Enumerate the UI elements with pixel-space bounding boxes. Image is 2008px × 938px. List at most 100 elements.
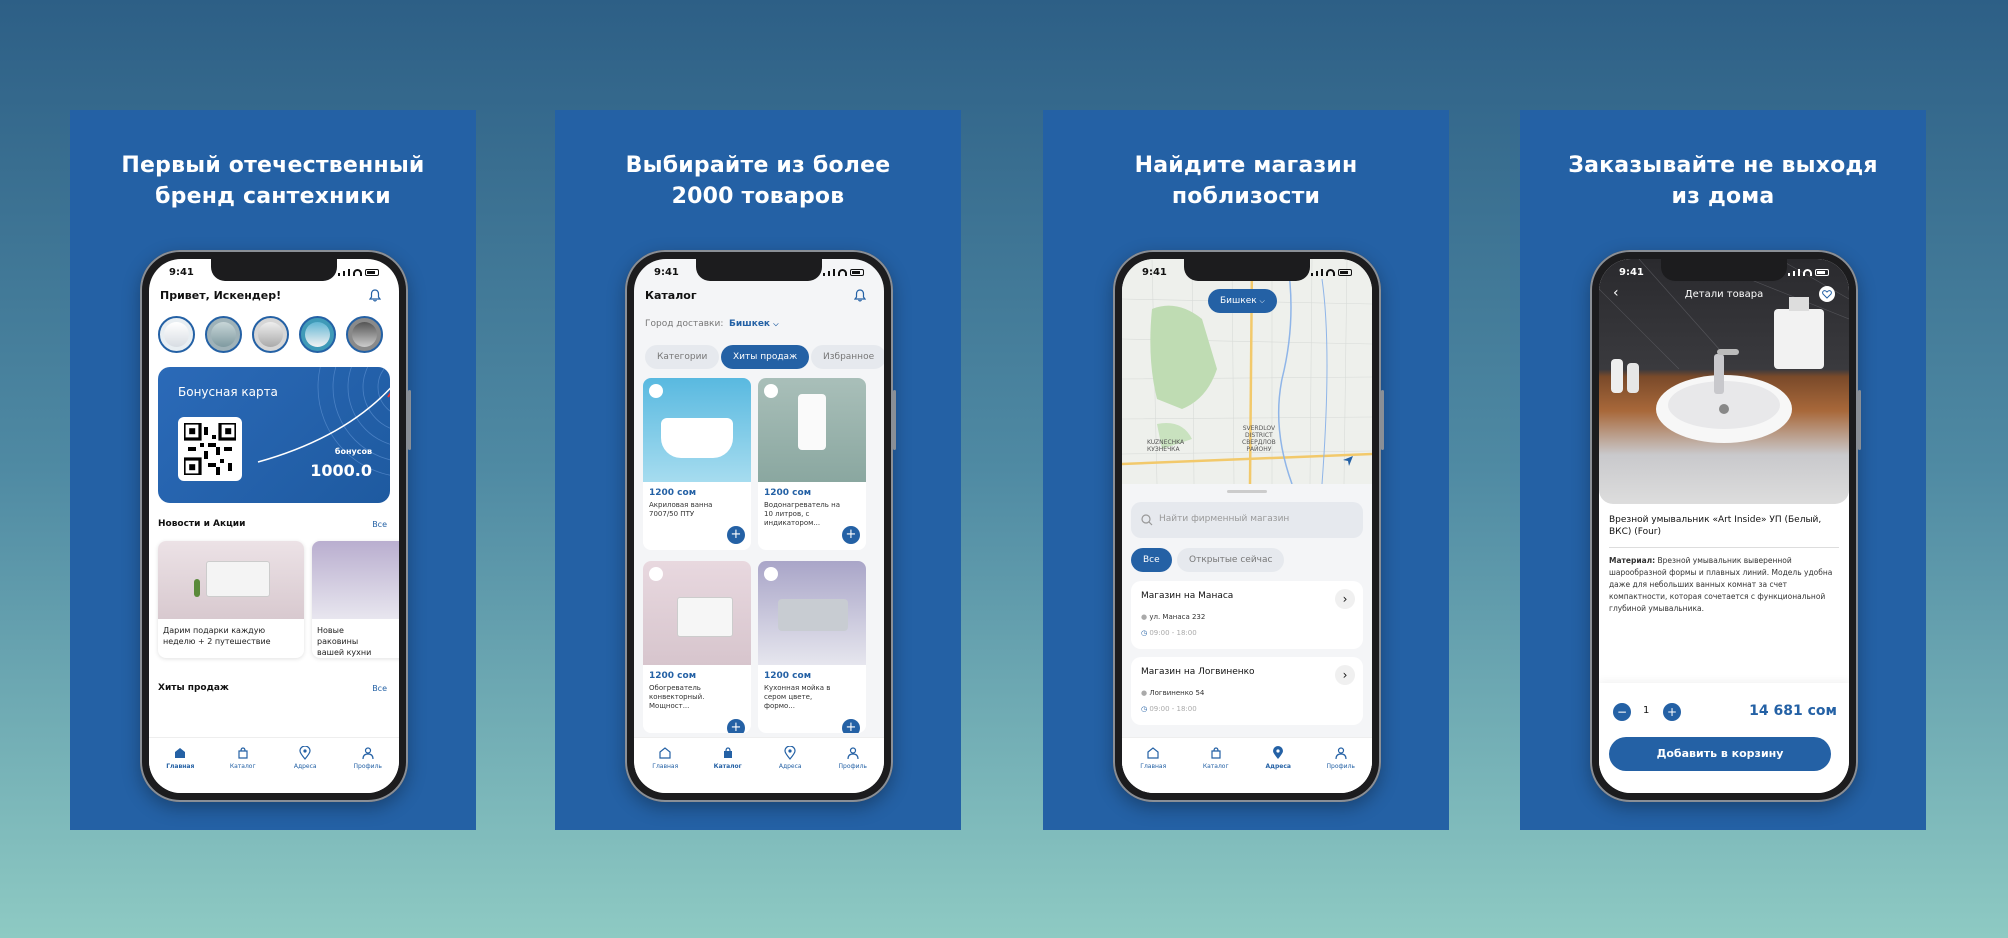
news-text: Дарим подарки каждую неделю + 2 путешест… [163, 626, 271, 646]
tab-catalog[interactable]: Каталог [703, 746, 753, 793]
tab-bar: Главная Каталог Адреса Профиль [634, 737, 884, 793]
wifi-icon [1326, 269, 1335, 276]
favorite-heart-icon[interactable] [1819, 286, 1835, 302]
story-item[interactable] [299, 316, 336, 353]
product-price: 1200 сом [764, 488, 812, 498]
phone-frame: 9:41 Каталог Город доставки: Бишкек ⌵ Ка… [625, 250, 896, 802]
panel-catalog: Выбирайте из более 2000 товаров 9:41 Кат… [555, 110, 961, 830]
store-card[interactable]: Магазин на Манаса ● ул. Манаса 232 ◷ 09:… [1131, 581, 1363, 649]
hits-all-link[interactable]: Все [372, 684, 387, 693]
product-card[interactable]: 1200 сом Водонагреватель на 10 литров, с… [758, 378, 866, 550]
tab-addresses[interactable]: Адреса [1253, 746, 1303, 793]
product-price: 14 681 сом [1749, 703, 1837, 719]
navigation-arrow-icon[interactable] [1342, 455, 1354, 467]
store-card[interactable]: Магазин на Логвиненко ● Логвиненко 54 ◷ … [1131, 657, 1363, 725]
location-pin-icon [299, 746, 311, 760]
chevron-right-icon[interactable]: › [1335, 665, 1355, 685]
home-screen: 9:41 Привет, Искендер! Бонусная карта бо… [149, 259, 399, 793]
heart-icon[interactable] [649, 384, 663, 398]
clock-icon: ◷ [1141, 629, 1148, 637]
product-price: 1200 сом [764, 671, 812, 681]
tab-profile[interactable]: Профиль [343, 746, 393, 793]
product-price: 1200 сом [649, 488, 697, 498]
product-description: Материал: Врезной умывальник выверенной … [1609, 556, 1833, 613]
greeting: Привет, Искендер! [160, 289, 282, 302]
bonus-card[interactable]: Бонусная карта бонусов 1000.0 [158, 367, 390, 503]
sheet-handle[interactable] [1227, 490, 1267, 493]
filter-open-now[interactable]: Открытые сейчас [1177, 548, 1285, 572]
page-title: Каталог [645, 289, 697, 302]
hits-title: Хиты продаж [158, 683, 229, 693]
story-item[interactable] [205, 316, 242, 353]
search-icon [1141, 514, 1153, 526]
story-item[interactable] [346, 316, 383, 353]
heart-icon[interactable] [764, 384, 778, 398]
news-card[interactable]: Дарим подарки каждую неделю + 2 путешест… [158, 541, 304, 658]
story-item[interactable] [158, 316, 195, 353]
news-card[interactable]: Новые раковины вашей кухни [312, 541, 399, 658]
increase-quantity-button[interactable]: + [1663, 703, 1681, 721]
phone-frame: SVERDLOV DISTRICT СВЕРДЛОВ РАЙОНУ KUZNEC… [1113, 250, 1384, 802]
delivery-label: Город доставки: [645, 319, 724, 329]
news-all-link[interactable]: Все [372, 520, 387, 529]
filter-all[interactable]: Все [1131, 548, 1172, 572]
bell-icon[interactable] [854, 289, 866, 302]
tab-bar: Главная Каталог Адреса Профиль [149, 737, 399, 793]
city-select[interactable]: Бишкек ⌵ [1208, 289, 1277, 313]
panel-title: Первый отечественный бренд сантехники [121, 153, 425, 209]
product-name: Врезной умывальник «Art Inside» УП (Белы… [1609, 515, 1822, 537]
add-to-cart-button[interactable]: Добавить в корзину [1609, 737, 1831, 771]
user-icon [1335, 747, 1347, 760]
heart-icon[interactable] [649, 567, 663, 581]
tab-home[interactable]: Главная [640, 746, 690, 793]
wifi-icon [353, 269, 362, 276]
product-card[interactable]: 1200 сом Акриловая ванна 7007/50 ПТУ + [643, 378, 751, 550]
location-pin-icon [1273, 746, 1284, 759]
add-to-cart-button[interactable]: + [727, 526, 745, 544]
panel-product-detail: Заказывайте не выходя из дома 9:41 ‹ Дет… [1520, 110, 1926, 830]
product-card[interactable]: 1200 сом Обогреватель конвекторный. Мощн… [643, 561, 751, 733]
chip-categories[interactable]: Категории [645, 345, 720, 369]
chevron-down-icon: ⌵ [773, 320, 779, 328]
tab-catalog[interactable]: Каталог [1191, 746, 1241, 793]
tab-bar: Главная Каталог Адреса Профиль [1122, 737, 1372, 793]
add-to-cart-button[interactable]: + [727, 719, 745, 733]
bonus-card-title: Бонусная карта [178, 385, 278, 399]
tab-addresses[interactable]: Адреса [765, 746, 815, 793]
product-name: Обогреватель конвекторный. Мощност... [649, 684, 705, 710]
product-price: 1200 сом [649, 671, 697, 681]
location-pin-icon: ● [1141, 613, 1148, 621]
heart-icon[interactable] [764, 567, 778, 581]
tab-catalog[interactable]: Каталог [218, 746, 268, 793]
tab-home[interactable]: Главная [1128, 746, 1178, 793]
story-item[interactable] [252, 316, 289, 353]
chip-favorites[interactable]: Избранное [811, 345, 884, 369]
product-card[interactable]: 1200 сом Кухонная мойка в сером цвете, ф… [758, 561, 866, 733]
chip-bestsellers[interactable]: Хиты продаж [721, 345, 810, 369]
location-pin-icon [784, 746, 796, 760]
decrease-quantity-button[interactable]: − [1613, 703, 1631, 721]
add-to-cart-button[interactable]: + [842, 719, 860, 733]
wifi-icon [838, 269, 847, 276]
store-search-input[interactable]: Найти фирменный магазин [1131, 502, 1363, 538]
tab-profile[interactable]: Профиль [828, 746, 878, 793]
product-name: Акриловая ванна 7007/50 ПТУ [649, 501, 713, 518]
delivery-city-select[interactable]: Бишкек ⌵ [729, 319, 779, 329]
battery-icon [365, 269, 379, 276]
chevron-right-icon[interactable]: › [1335, 589, 1355, 609]
battery-icon [1815, 269, 1829, 276]
panel-title: Заказывайте не выходя из дома [1568, 153, 1878, 209]
tab-profile[interactable]: Профиль [1316, 746, 1366, 793]
tab-addresses[interactable]: Адреса [280, 746, 330, 793]
battery-icon [850, 269, 864, 276]
panel-title: Найдите магазин поблизости [1134, 153, 1358, 209]
add-to-cart-button[interactable]: + [842, 526, 860, 544]
map-screen: SVERDLOV DISTRICT СВЕРДЛОВ РАЙОНУ KUZNEC… [1122, 259, 1372, 793]
wifi-icon [1803, 269, 1812, 276]
tab-home[interactable]: Главная [155, 746, 205, 793]
home-icon [175, 748, 186, 758]
chevron-down-icon: ⌵ [1259, 297, 1265, 305]
bell-icon[interactable] [369, 289, 381, 302]
bag-icon [723, 747, 732, 758]
product-name: Кухонная мойка в сером цвете, формо... [764, 684, 831, 710]
